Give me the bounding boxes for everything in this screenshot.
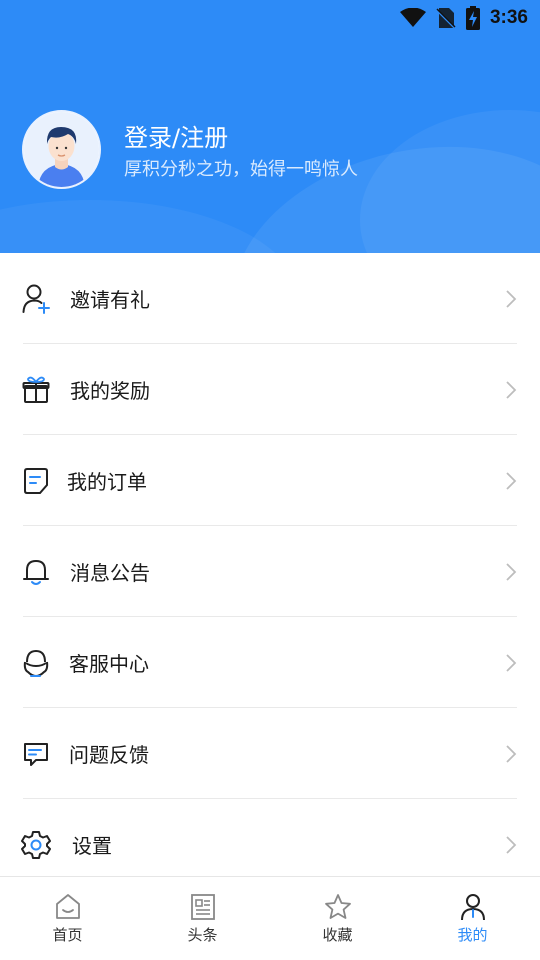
menu-item-orders[interactable]: 我的订单 bbox=[0, 435, 540, 526]
wifi-icon bbox=[399, 8, 426, 27]
tab-news[interactable]: 头条 bbox=[135, 877, 270, 960]
header-decoration bbox=[360, 110, 540, 253]
bell-icon bbox=[21, 557, 51, 587]
settings-gear-icon bbox=[21, 830, 51, 860]
menu-item-notifications[interactable]: 消息公告 bbox=[0, 526, 540, 617]
menu-item-label: 客服中心 bbox=[69, 652, 149, 676]
chevron-right-icon bbox=[506, 380, 517, 399]
user-avatar bbox=[24, 112, 99, 187]
menu-item-label: 问题反馈 bbox=[69, 743, 149, 767]
header-decoration bbox=[0, 200, 300, 253]
feedback-message-icon bbox=[21, 739, 51, 769]
menu-item-label: 我的奖励 bbox=[70, 379, 150, 403]
status-time: 3:36 bbox=[489, 7, 528, 28]
profile-icon bbox=[460, 894, 485, 921]
settings-menu: 邀请有礼 我的奖励 我的订单 消息公告 客服中心 问题反馈 设置 bbox=[0, 253, 540, 890]
menu-item-label: 我的订单 bbox=[67, 470, 147, 494]
menu-item-label: 设置 bbox=[72, 834, 112, 858]
chevron-right-icon bbox=[506, 744, 517, 763]
profile-header: 3:36 登录/注册 厚积分秒之功，始得一鸣惊人 bbox=[0, 0, 540, 253]
menu-item-feedback[interactable]: 问题反馈 bbox=[0, 708, 540, 799]
customer-service-icon bbox=[21, 648, 51, 678]
no-sim-icon bbox=[436, 8, 456, 29]
chevron-right-icon bbox=[506, 471, 517, 490]
avatar[interactable] bbox=[22, 110, 101, 189]
tab-home[interactable]: 首页 bbox=[0, 877, 135, 960]
chevron-right-icon bbox=[506, 289, 517, 308]
gift-icon bbox=[21, 375, 51, 405]
tab-label: 我的 bbox=[457, 926, 488, 944]
tab-label: 头条 bbox=[187, 926, 218, 944]
tab-favorites[interactable]: 收藏 bbox=[270, 877, 405, 960]
profile-slogan: 厚积分秒之功，始得一鸣惊人 bbox=[124, 159, 358, 180]
menu-item-label: 消息公告 bbox=[70, 561, 150, 585]
tab-mine[interactable]: 我的 bbox=[405, 877, 540, 960]
menu-item-rewards[interactable]: 我的奖励 bbox=[0, 344, 540, 435]
status-bar: 3:36 bbox=[0, 0, 540, 36]
battery-charging-icon bbox=[465, 6, 480, 30]
news-icon bbox=[190, 894, 215, 920]
home-icon bbox=[55, 894, 80, 919]
login-register-link[interactable]: 登录/注册 bbox=[124, 118, 228, 153]
menu-item-customer-service[interactable]: 客服中心 bbox=[0, 617, 540, 708]
menu-item-invite[interactable]: 邀请有礼 bbox=[0, 253, 540, 344]
star-icon bbox=[324, 894, 351, 919]
tab-label: 收藏 bbox=[322, 926, 353, 944]
order-document-icon bbox=[21, 466, 51, 496]
menu-item-label: 邀请有礼 bbox=[70, 288, 150, 312]
tab-label: 首页 bbox=[52, 926, 83, 944]
chevron-right-icon bbox=[506, 562, 517, 581]
chevron-right-icon bbox=[506, 835, 517, 854]
bottom-tab-bar: 首页 头条 收藏 我的 bbox=[0, 876, 540, 960]
chevron-right-icon bbox=[506, 653, 517, 672]
invite-user-icon bbox=[21, 284, 51, 314]
